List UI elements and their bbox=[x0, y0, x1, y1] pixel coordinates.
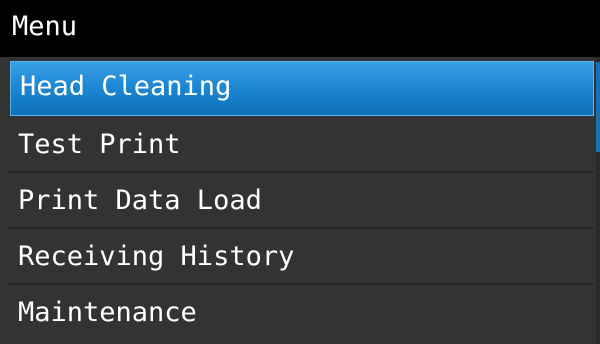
menu-item-label: Head Cleaning bbox=[20, 71, 232, 102]
menu-item-label: Test Print bbox=[18, 129, 181, 160]
scrollbar-thumb[interactable] bbox=[596, 62, 600, 152]
menu-item-label: Print Data Load bbox=[18, 185, 262, 216]
menu-item-test-print[interactable]: Test Print bbox=[8, 119, 594, 173]
screen-title: Menu bbox=[12, 11, 78, 42]
title-bar: Menu bbox=[0, 0, 600, 57]
menu-item-label: Maintenance bbox=[18, 297, 197, 328]
lcd-screen: Menu Head Cleaning Test Print Print Data… bbox=[0, 0, 600, 344]
menu-item-receiving-history[interactable]: Receiving History bbox=[8, 231, 594, 285]
menu-item-print-data-load[interactable]: Print Data Load bbox=[8, 175, 594, 229]
menu-item-maintenance[interactable]: Maintenance bbox=[8, 287, 594, 341]
menu-item-head-cleaning[interactable]: Head Cleaning bbox=[10, 61, 594, 116]
menu-item-label: Receiving History bbox=[18, 241, 295, 272]
